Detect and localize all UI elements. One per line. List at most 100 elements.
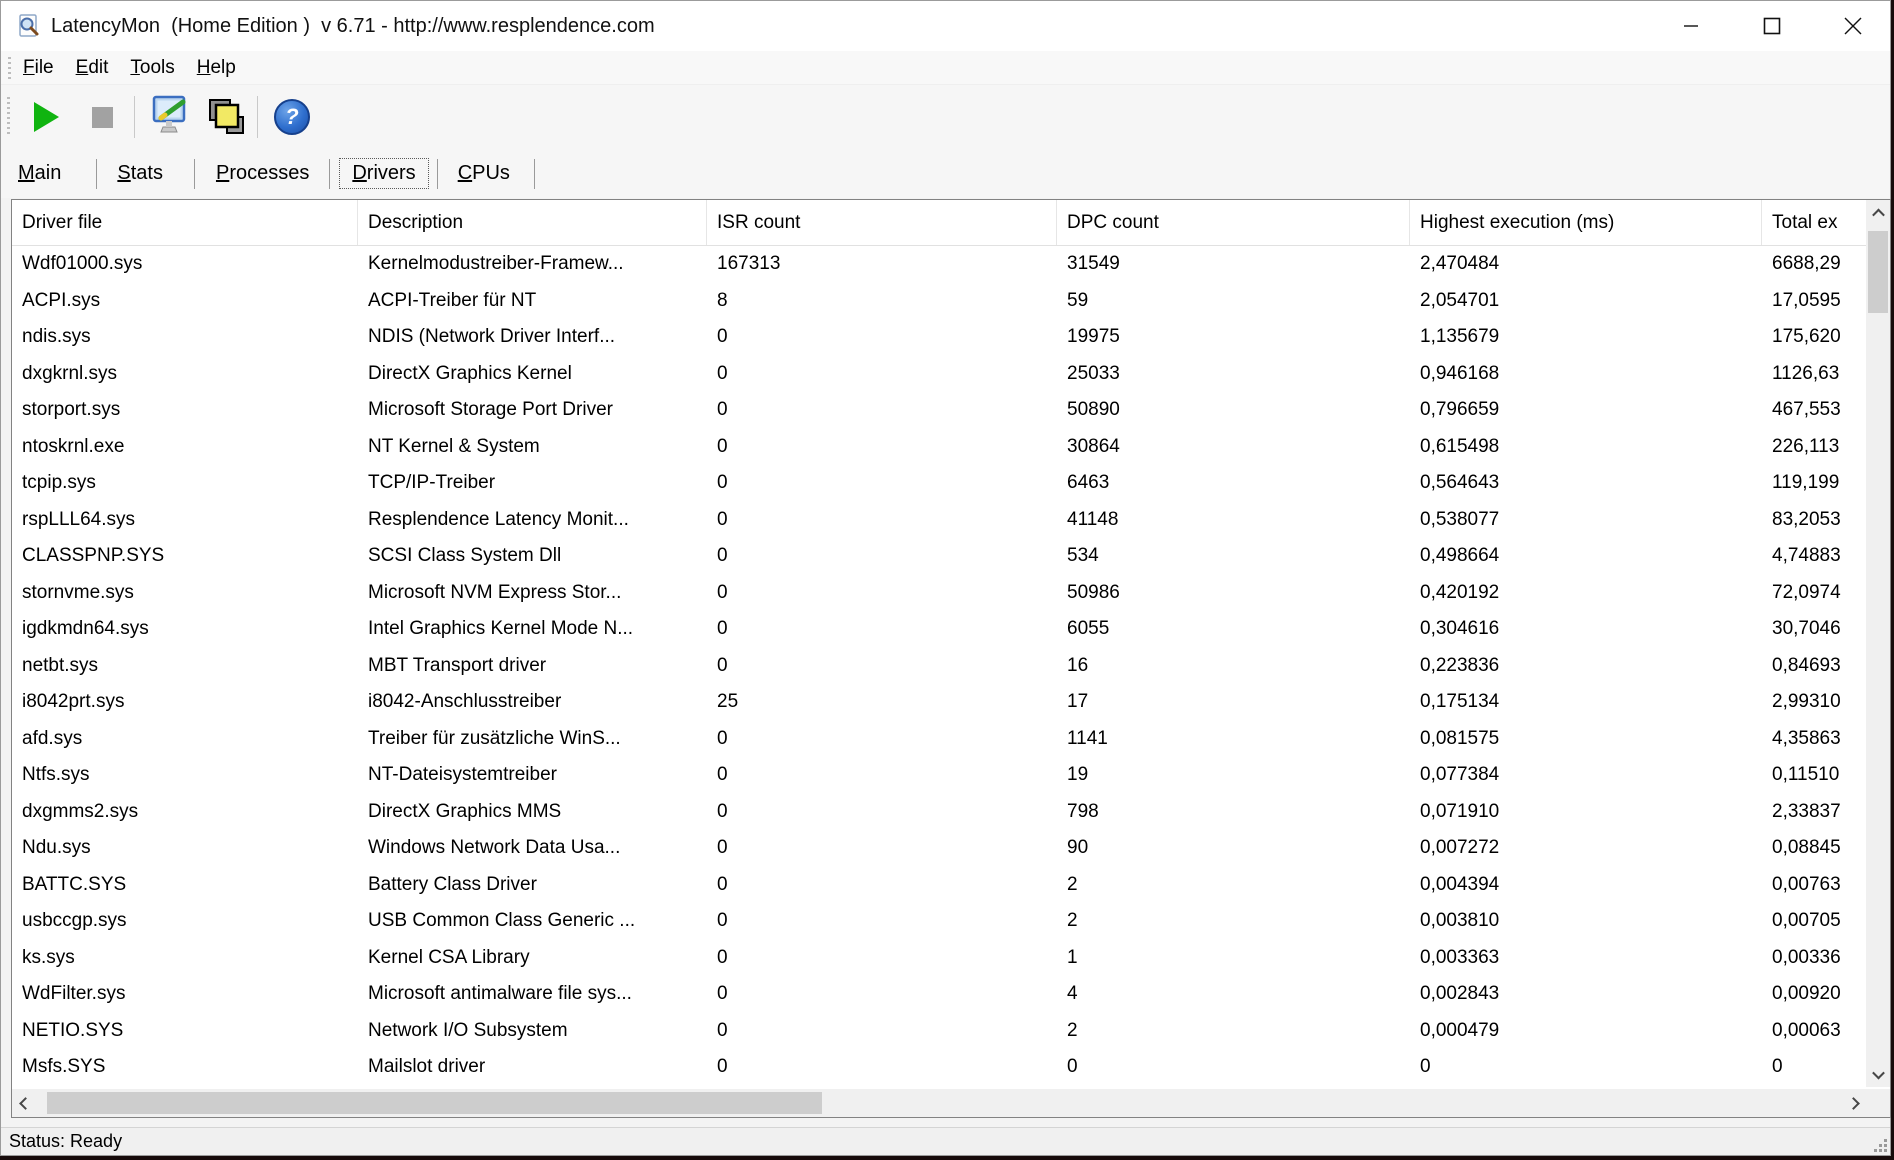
cell-driver_file: usbccgp.sys <box>12 903 358 940</box>
cell-highest_execution_ms: 1,135679 <box>1410 319 1762 356</box>
horizontal-scrollbar-thumb[interactable] <box>47 1092 822 1114</box>
table-row[interactable]: WdFilter.sysMicrosoft antimalware file s… <box>12 976 1891 1013</box>
edit-report-options-button[interactable] <box>149 94 193 140</box>
cell-description: Microsoft NVM Express Stor... <box>358 575 707 612</box>
table-row[interactable]: ks.sysKernel CSA Library010,0033630,0033… <box>12 940 1891 977</box>
cell-dpc_count: 19975 <box>1057 319 1410 356</box>
cell-driver_file: BATTC.SYS <box>12 867 358 904</box>
table-row[interactable]: NETIO.SYSNetwork I/O Subsystem020,000479… <box>12 1013 1891 1050</box>
layered-windows-icon <box>207 95 249 139</box>
vertical-scrollbar-thumb[interactable] <box>1868 231 1888 313</box>
table-row[interactable]: dxgmms2.sysDirectX Graphics MMS07980,071… <box>12 794 1891 831</box>
cell-isr_count: 0 <box>707 1013 1057 1050</box>
menubar-gripper[interactable] <box>8 57 11 79</box>
stop-monitor-button[interactable] <box>92 107 113 128</box>
cell-description: DirectX Graphics MMS <box>358 794 707 831</box>
cell-highest_execution_ms: 0,081575 <box>1410 721 1762 758</box>
menu-edit[interactable]: Edit <box>66 57 119 79</box>
table-row[interactable]: netbt.sysMBT Transport driver0160,223836… <box>12 648 1891 685</box>
tab-main[interactable]: Main <box>18 162 61 185</box>
help-button[interactable]: ? <box>274 99 310 135</box>
cell-description: Kernel CSA Library <box>358 940 707 977</box>
cell-highest_execution_ms: 0,003363 <box>1410 940 1762 977</box>
scrollbar-corner <box>1866 1089 1890 1117</box>
column-header-description[interactable]: Description <box>358 200 707 245</box>
table-row[interactable]: storport.sysMicrosoft Storage Port Drive… <box>12 392 1891 429</box>
scroll-right-button[interactable] <box>1840 1089 1866 1117</box>
title-bar[interactable]: LatencyMon (Home Edition ) v 6.71 - http… <box>1 1 1890 51</box>
drivers-table: Driver file Description ISR count DPC co… <box>11 199 1891 1118</box>
menu-file[interactable]: File <box>13 57 64 79</box>
scroll-left-button[interactable] <box>12 1089 38 1117</box>
tab-separator <box>329 159 330 189</box>
table-row[interactable]: Wdf01000.sysKernelmodustreiber-Framew...… <box>12 246 1891 283</box>
scroll-up-button[interactable] <box>1866 200 1890 226</box>
vertical-scrollbar[interactable] <box>1866 200 1890 1087</box>
table-body: Wdf01000.sysKernelmodustreiber-Framew...… <box>12 246 1891 1086</box>
cell-isr_count: 0 <box>707 648 1057 685</box>
cell-highest_execution_ms: 0,077384 <box>1410 757 1762 794</box>
toolbar-separator <box>257 96 258 138</box>
tab-cpus[interactable]: CPUs <box>458 162 510 185</box>
tab-separator <box>534 159 535 189</box>
cell-highest_execution_ms: 0,004394 <box>1410 867 1762 904</box>
horizontal-scrollbar[interactable] <box>12 1089 1866 1117</box>
table-row[interactable]: Ndu.sysWindows Network Data Usa...0900,0… <box>12 830 1891 867</box>
column-header-isr-count[interactable]: ISR count <box>707 200 1057 245</box>
table-row[interactable]: stornvme.sysMicrosoft NVM Express Stor..… <box>12 575 1891 612</box>
cell-dpc_count: 41148 <box>1057 502 1410 539</box>
app-icon <box>17 14 41 38</box>
close-button[interactable] <box>1822 1 1884 51</box>
chevron-up-icon <box>1872 208 1885 221</box>
table-row[interactable]: ACPI.sysACPI-Treiber für NT8592,05470117… <box>12 283 1891 320</box>
cell-description: Treiber für zusätzliche WinS... <box>358 721 707 758</box>
cell-dpc_count: 30864 <box>1057 429 1410 466</box>
cell-highest_execution_ms: 0,615498 <box>1410 429 1762 466</box>
show-windows-button[interactable] <box>207 95 249 139</box>
cell-driver_file: netbt.sys <box>12 648 358 685</box>
minimize-icon <box>1683 18 1699 34</box>
column-header-driver-file[interactable]: Driver file <box>12 200 358 245</box>
table-row[interactable]: Msfs.SYSMailslot driver0000 <box>12 1049 1891 1086</box>
start-monitor-button[interactable] <box>34 102 59 132</box>
cell-driver_file: ACPI.sys <box>12 283 358 320</box>
cell-driver_file: dxgmms2.sys <box>12 794 358 831</box>
toolbar-gripper[interactable] <box>7 97 10 137</box>
table-row[interactable]: usbccgp.sysUSB Common Class Generic ...0… <box>12 903 1891 940</box>
minimize-button[interactable] <box>1660 1 1722 51</box>
table-row[interactable]: ndis.sysNDIS (Network Driver Interf...01… <box>12 319 1891 356</box>
table-row[interactable]: igdkmdn64.sysIntel Graphics Kernel Mode … <box>12 611 1891 648</box>
table-row[interactable]: BATTC.SYSBattery Class Driver020,0043940… <box>12 867 1891 904</box>
menu-tools[interactable]: Tools <box>120 57 184 79</box>
cell-isr_count: 167313 <box>707 246 1057 283</box>
table-row[interactable]: rspLLL64.sysResplendence Latency Monit..… <box>12 502 1891 539</box>
cell-description: Resplendence Latency Monit... <box>358 502 707 539</box>
table-row[interactable]: dxgkrnl.sysDirectX Graphics Kernel025033… <box>12 356 1891 393</box>
table-row[interactable]: i8042prt.sysi8042-Anschlusstreiber25170,… <box>12 684 1891 721</box>
cell-description: NT Kernel & System <box>358 429 707 466</box>
table-row[interactable]: Ntfs.sysNT-Dateisystemtreiber0190,077384… <box>12 757 1891 794</box>
table-row[interactable]: CLASSPNP.SYSSCSI Class System Dll05340,4… <box>12 538 1891 575</box>
cell-driver_file: WdFilter.sys <box>12 976 358 1013</box>
tab-stats[interactable]: Stats <box>117 162 163 185</box>
resize-grip[interactable] <box>1873 1138 1887 1152</box>
cell-description: Windows Network Data Usa... <box>358 830 707 867</box>
menu-help[interactable]: Help <box>187 57 246 79</box>
table-row[interactable]: tcpip.sysTCP/IP-Treiber064630,564643119,… <box>12 465 1891 502</box>
scroll-down-button[interactable] <box>1866 1061 1890 1087</box>
cell-driver_file: tcpip.sys <box>12 465 358 502</box>
cell-dpc_count: 1141 <box>1057 721 1410 758</box>
column-header-highest-execution[interactable]: Highest execution (ms) <box>1410 200 1762 245</box>
cell-isr_count: 0 <box>707 319 1057 356</box>
cell-description: Microsoft Storage Port Driver <box>358 392 707 429</box>
tab-processes[interactable]: Processes <box>216 162 309 185</box>
cell-isr_count: 0 <box>707 538 1057 575</box>
cell-isr_count: 0 <box>707 465 1057 502</box>
table-row[interactable]: ntoskrnl.exeNT Kernel & System0308640,61… <box>12 429 1891 466</box>
table-row[interactable]: afd.sysTreiber für zusätzliche WinS...01… <box>12 721 1891 758</box>
maximize-button[interactable] <box>1741 1 1803 51</box>
cell-dpc_count: 16 <box>1057 648 1410 685</box>
tab-drivers[interactable]: Drivers <box>339 158 428 189</box>
column-header-dpc-count[interactable]: DPC count <box>1057 200 1410 245</box>
cell-highest_execution_ms: 0,000479 <box>1410 1013 1762 1050</box>
